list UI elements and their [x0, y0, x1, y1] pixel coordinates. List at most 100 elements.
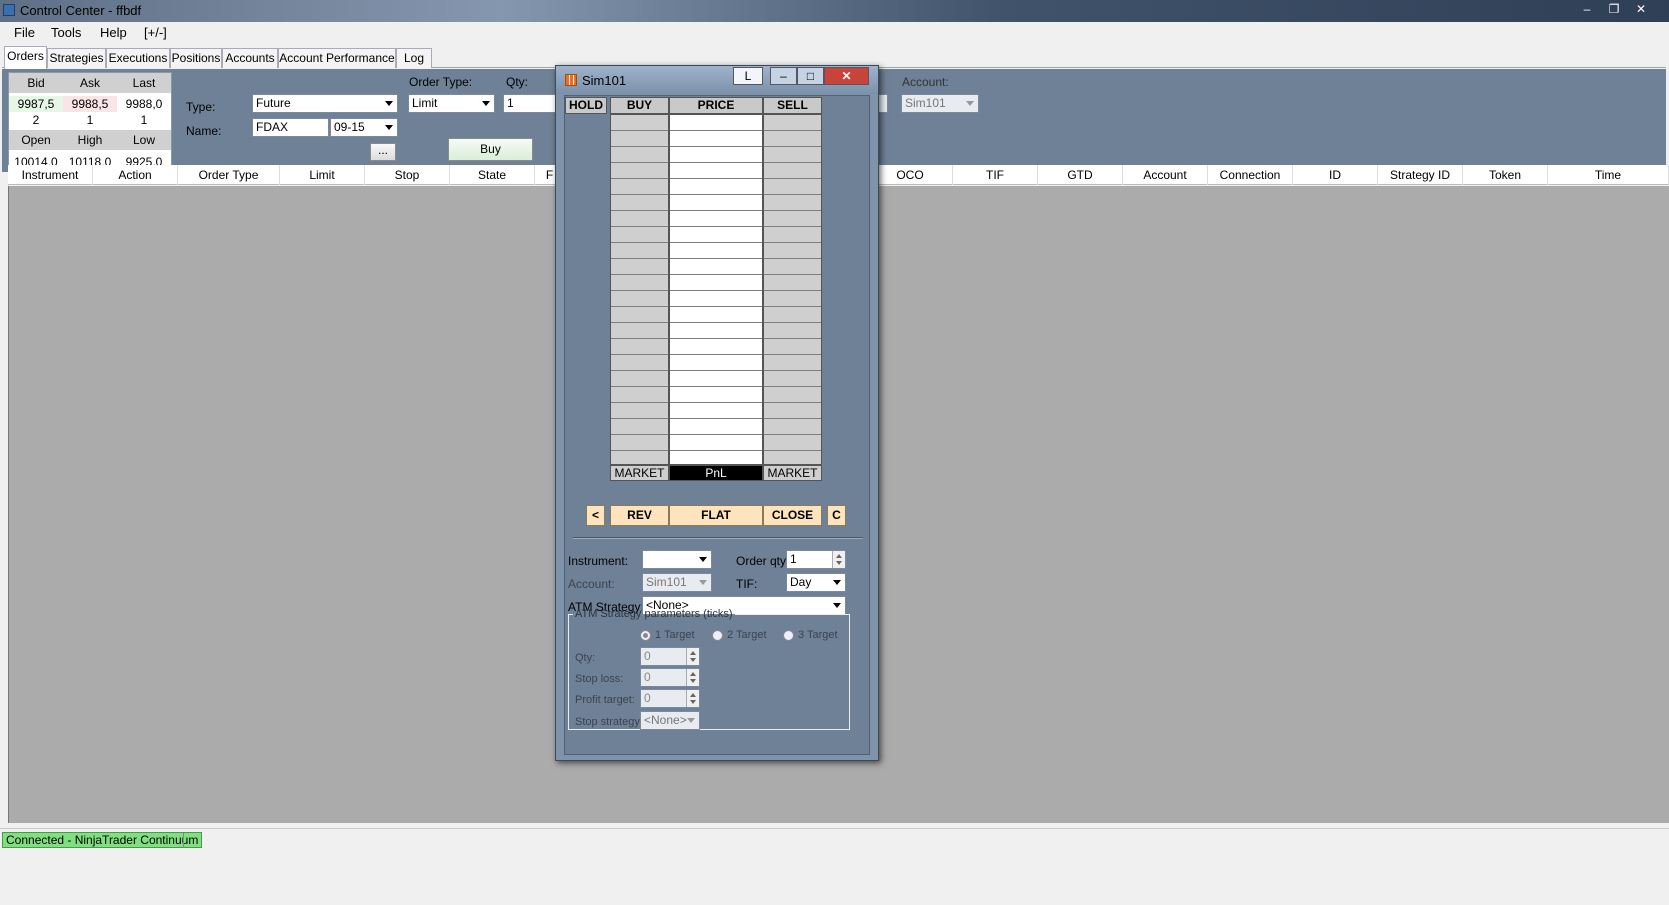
l-button[interactable]: L: [733, 67, 763, 85]
tab-log[interactable]: Log: [396, 48, 432, 68]
menu-help[interactable]: Help: [100, 25, 127, 40]
dom-close-icon[interactable]: ✕: [824, 67, 869, 85]
name-input[interactable]: FDAX: [252, 118, 329, 137]
chevron-down-icon: [699, 580, 707, 585]
account-select[interactable]: Sim101: [901, 94, 979, 113]
col-state[interactable]: State: [450, 165, 535, 185]
spinner-arrows-icon[interactable]: [686, 648, 699, 665]
window-title: Control Center - ffbdf: [20, 3, 142, 18]
chevron-down-icon: [966, 101, 974, 106]
quote-box: Bid Ask Last 9987,5 9988,5 9988,0 2 1 1 …: [8, 72, 172, 172]
atm-parameters-group: ATM Strategy parameters (ticks): [568, 608, 850, 730]
sell-header: SELL: [763, 97, 822, 114]
type-select[interactable]: Future: [252, 94, 398, 113]
atm-qty-stepper[interactable]: 0: [640, 647, 700, 666]
menu-tools[interactable]: Tools: [51, 25, 81, 40]
col-connection[interactable]: Connection: [1208, 165, 1293, 185]
spinner-arrows-icon[interactable]: [832, 551, 845, 568]
bid-size: 2: [32, 113, 40, 127]
target-3-radio[interactable]: [783, 630, 794, 641]
dom-app-icon: [565, 74, 577, 86]
tab-positions[interactable]: Positions: [170, 48, 222, 68]
target-2-radio[interactable]: [712, 630, 723, 641]
low-header: Low: [117, 130, 171, 150]
tab-orders[interactable]: Orders: [4, 46, 47, 69]
more-button[interactable]: ...: [370, 143, 396, 161]
target-1-radio[interactable]: [640, 630, 651, 641]
hidden-field-edge: [878, 94, 888, 113]
col-token[interactable]: Token: [1463, 165, 1548, 185]
col-oco[interactable]: OCO: [868, 165, 953, 185]
col-action[interactable]: Action: [93, 165, 178, 185]
dom-account-label: Account:: [568, 577, 615, 591]
dom-account-value: Sim101: [646, 575, 687, 589]
tif-select[interactable]: Day: [786, 573, 846, 592]
divider: [573, 537, 863, 539]
col-id[interactable]: ID: [1293, 165, 1378, 185]
dom-minimize-icon[interactable]: –: [770, 67, 797, 85]
col-limit[interactable]: Limit: [280, 165, 365, 185]
stop-loss-stepper[interactable]: 0: [640, 668, 700, 687]
stop-strategy-select[interactable]: <None>: [640, 711, 700, 730]
chevron-down-icon: [833, 580, 841, 585]
market-sell-button[interactable]: MARKET: [763, 465, 822, 481]
account-label: Account:: [902, 75, 949, 89]
flat-button[interactable]: FLAT: [669, 505, 763, 526]
chevron-down-icon: [482, 101, 490, 106]
type-value: Future: [256, 96, 291, 110]
last-header: Last: [117, 73, 171, 93]
col-tif[interactable]: TIF: [953, 165, 1038, 185]
tab-executions[interactable]: Executions: [106, 48, 170, 68]
app-icon: [3, 4, 15, 16]
profit-target-label: Profit target:: [575, 694, 635, 706]
instrument-select[interactable]: [642, 550, 712, 569]
col-gtd[interactable]: GTD: [1038, 165, 1123, 185]
target-3-label: 3 Target: [798, 629, 838, 641]
spinner-arrows-icon[interactable]: [686, 690, 699, 707]
tab-account-performance[interactable]: Account Performance: [278, 48, 396, 68]
order-type-select[interactable]: Limit: [408, 94, 495, 113]
col-time[interactable]: Time: [1548, 165, 1669, 185]
price-header: PRICE: [669, 97, 763, 114]
col-strategy-id[interactable]: Strategy ID: [1378, 165, 1463, 185]
bid-price: 9987,5: [9, 96, 63, 112]
col-stop[interactable]: Stop: [365, 165, 450, 185]
buy-ladder-column[interactable]: [610, 114, 669, 465]
prev-button[interactable]: <: [586, 505, 605, 526]
menu-file[interactable]: File: [14, 25, 35, 40]
col-account[interactable]: Account: [1123, 165, 1208, 185]
col-order-type[interactable]: Order Type: [178, 165, 280, 185]
spinner-arrows-icon[interactable]: [686, 669, 699, 686]
qty-input[interactable]: 1: [503, 94, 563, 113]
profit-target-stepper[interactable]: 0: [640, 689, 700, 708]
order-qty-stepper[interactable]: 1: [786, 550, 846, 569]
sell-ladder-column[interactable]: [763, 114, 822, 465]
close-position-button[interactable]: CLOSE: [763, 505, 822, 526]
expiry-value: 09-15: [334, 120, 365, 134]
qty-label: Qty:: [506, 75, 529, 89]
title-bar: Control Center - ffbdf – ❐ ✕: [0, 0, 1669, 22]
ask-header: Ask: [63, 73, 117, 93]
c-button[interactable]: C: [827, 505, 846, 526]
type-label: Type:: [186, 100, 216, 114]
tab-strategies[interactable]: Strategies: [47, 48, 106, 68]
col-instrument[interactable]: Instrument: [8, 165, 93, 185]
dom-window[interactable]: Sim101 L – □ ✕ HOLD BUY PRICE SELL MARKE…: [555, 65, 879, 761]
maximize-icon[interactable]: ❐: [1603, 1, 1625, 17]
stop-strategy-label: Stop strategy:: [575, 716, 643, 728]
buy-button[interactable]: Buy: [448, 138, 533, 161]
dom-title: Sim101: [582, 73, 627, 88]
dom-account-select[interactable]: Sim101: [642, 573, 712, 592]
expiry-select[interactable]: 09-15: [330, 118, 398, 137]
price-ladder-column[interactable]: [669, 114, 763, 465]
menu-toggle[interactable]: [+/-]: [144, 25, 167, 40]
minimize-icon[interactable]: –: [1576, 1, 1598, 17]
market-buy-button[interactable]: MARKET: [610, 465, 669, 481]
stop-loss-label: Stop loss:: [575, 673, 624, 685]
dom-maximize-icon[interactable]: □: [797, 67, 824, 85]
connection-status: Connected - NinjaTrader Continuum: [2, 832, 203, 848]
tab-accounts[interactable]: Accounts: [222, 48, 278, 68]
dom-title-bar[interactable]: Sim101 L – □ ✕: [556, 66, 878, 94]
rev-button[interactable]: REV: [610, 505, 669, 526]
close-icon[interactable]: ✕: [1630, 1, 1652, 17]
